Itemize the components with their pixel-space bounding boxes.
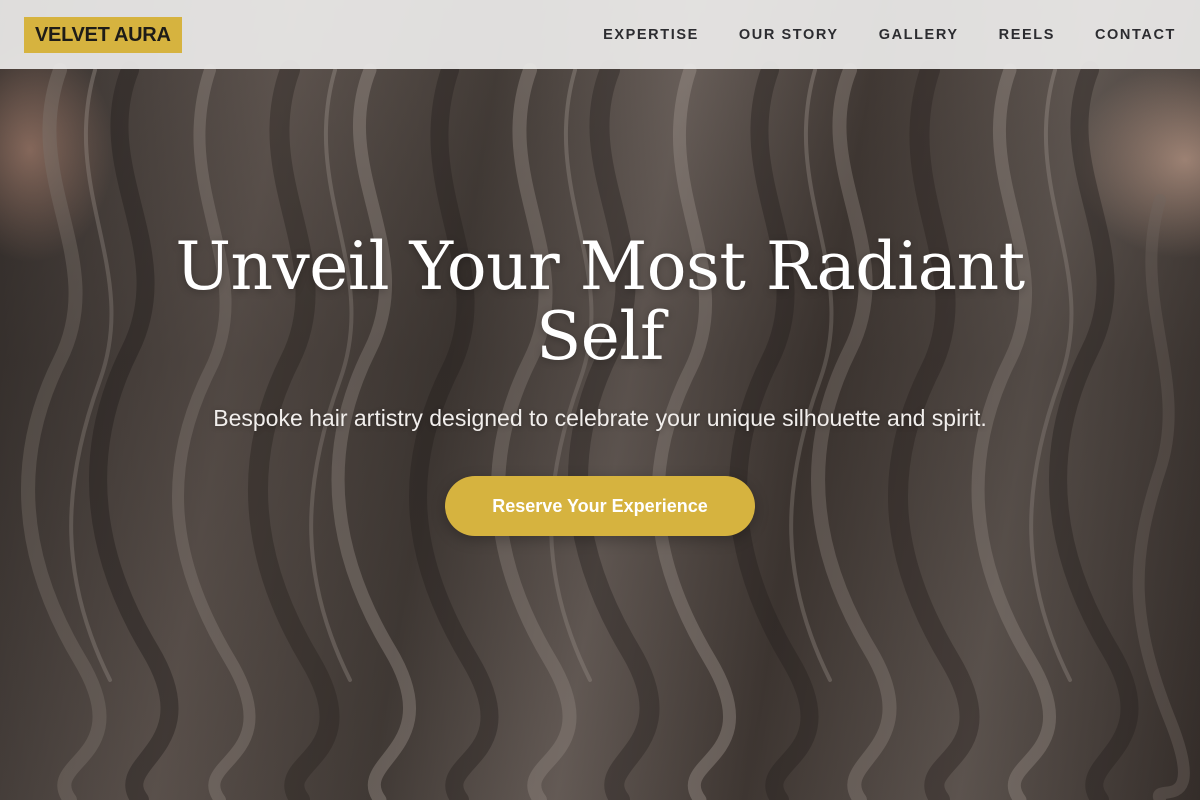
nav-link-our-story[interactable]: OUR STORY xyxy=(739,27,839,43)
brand-logo[interactable]: VELVET AURA xyxy=(24,16,182,53)
nav-link-reels[interactable]: REELS xyxy=(999,27,1055,43)
main-navigation: EXPERTISE OUR STORY GALLERY REELS CONTAC… xyxy=(563,27,1176,43)
hero-title: Unveil Your Most Radiant Self xyxy=(175,228,1025,375)
reserve-experience-button[interactable]: Reserve Your Experience xyxy=(445,476,755,536)
hero-section: Unveil Your Most Radiant Self Bespoke ha… xyxy=(0,232,1200,536)
nav-link-contact[interactable]: CONTACT xyxy=(1095,27,1176,43)
site-header: VELVET AURA EXPERTISE OUR STORY GALLERY … xyxy=(0,0,1200,69)
nav-link-gallery[interactable]: GALLERY xyxy=(879,27,959,43)
hero-subtitle: Bespoke hair artistry designed to celebr… xyxy=(213,405,987,431)
nav-link-expertise[interactable]: EXPERTISE xyxy=(603,27,699,43)
